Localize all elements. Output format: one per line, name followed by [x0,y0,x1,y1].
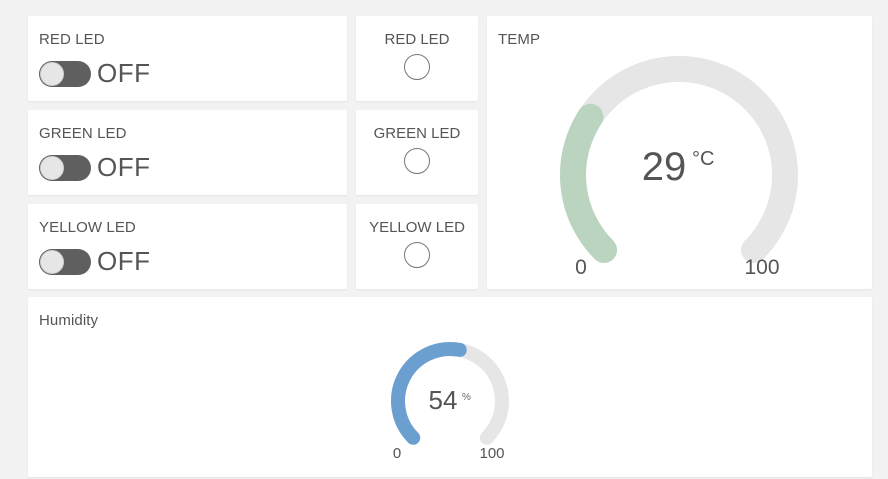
switch-state-red: OFF [97,58,151,88]
humidity-max-label: 100 [479,445,504,462]
temp-min-label: 0 [575,256,587,279]
toggle-knob [40,61,64,86]
temp-max-label: 100 [744,256,779,279]
green-led-toggle[interactable] [39,154,91,181]
switch-card-yellow: YELLOW LED OFF [28,204,347,289]
switch-label-red: RED LED [39,31,105,48]
temp-unit: °C [692,148,714,170]
yellow-led-toggle[interactable] [39,248,91,275]
green-led-indicator [404,148,430,174]
led-label-green: GREEN LED [373,125,461,142]
switch-card-red: RED LED OFF [28,16,347,101]
switch-state-green: OFF [97,152,151,182]
humidity-value: 54 [429,385,458,415]
led-card-yellow: YELLOW LED [356,204,478,289]
temp-gauge: 29 °C 0 100 [560,56,798,279]
switch-card-green: GREEN LED OFF [28,110,347,195]
switch-label-green: GREEN LED [39,125,127,142]
humidity-gauge-card: Humidity 54 % 0 100 [28,297,872,477]
red-led-toggle[interactable] [39,60,91,87]
led-card-red: RED LED [356,16,478,101]
temp-gauge-fill [560,103,618,263]
humidity-unit: % [462,392,471,403]
red-led-indicator [404,54,430,80]
humidity-min-label: 0 [393,445,401,462]
yellow-led-indicator [404,242,430,268]
toggle-knob [40,155,64,180]
temp-value: 29 [642,145,687,189]
humidity-gauge: 54 % 0 100 [391,342,509,462]
led-label-red: RED LED [384,31,450,48]
led-card-green: GREEN LED [356,110,478,195]
switch-label-yellow: YELLOW LED [39,219,136,236]
switch-state-yellow: OFF [97,246,151,276]
temp-gauge-card: TEMP 29 °C 0 100 [487,16,872,289]
led-label-yellow: YELLOW LED [369,219,465,236]
toggle-knob [40,249,64,274]
